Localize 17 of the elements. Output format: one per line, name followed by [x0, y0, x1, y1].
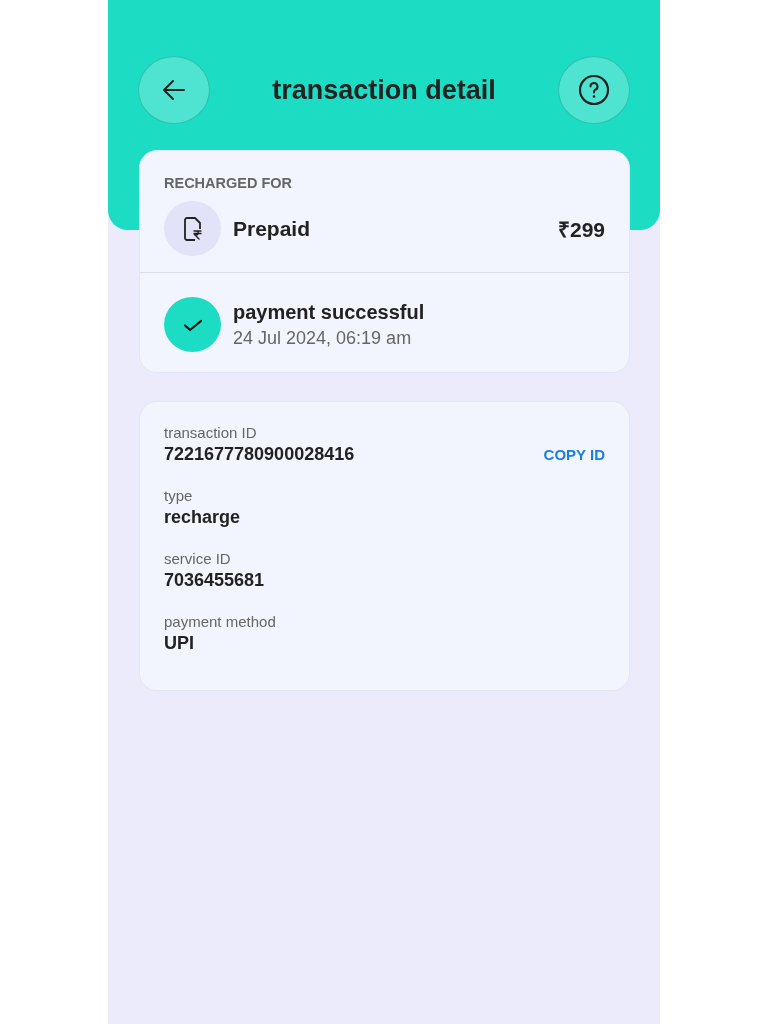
field-value: UPI [164, 633, 194, 654]
page-title: transaction detail [272, 74, 496, 106]
field-label: type [164, 487, 194, 504]
field-label: transaction ID [164, 424, 258, 441]
plan-name: Prepaid [233, 216, 312, 241]
rupee-sim-icon [181, 215, 204, 242]
field-value: 7036455681 [164, 570, 265, 591]
payment-status: payment successful [233, 300, 425, 324]
field-value: 7221677780900028416 [164, 444, 355, 465]
field-value: recharge [164, 507, 241, 528]
field-label: payment method [164, 613, 277, 630]
copy-id-button[interactable]: COPY ID [543, 446, 605, 463]
amount: ₹299 [557, 216, 605, 243]
help-icon [578, 74, 610, 106]
section-label: RECHARGED FOR [164, 175, 294, 191]
field-label: service ID [164, 550, 232, 567]
payment-time: 24 Jul 2024, 06:19 am [233, 327, 413, 349]
